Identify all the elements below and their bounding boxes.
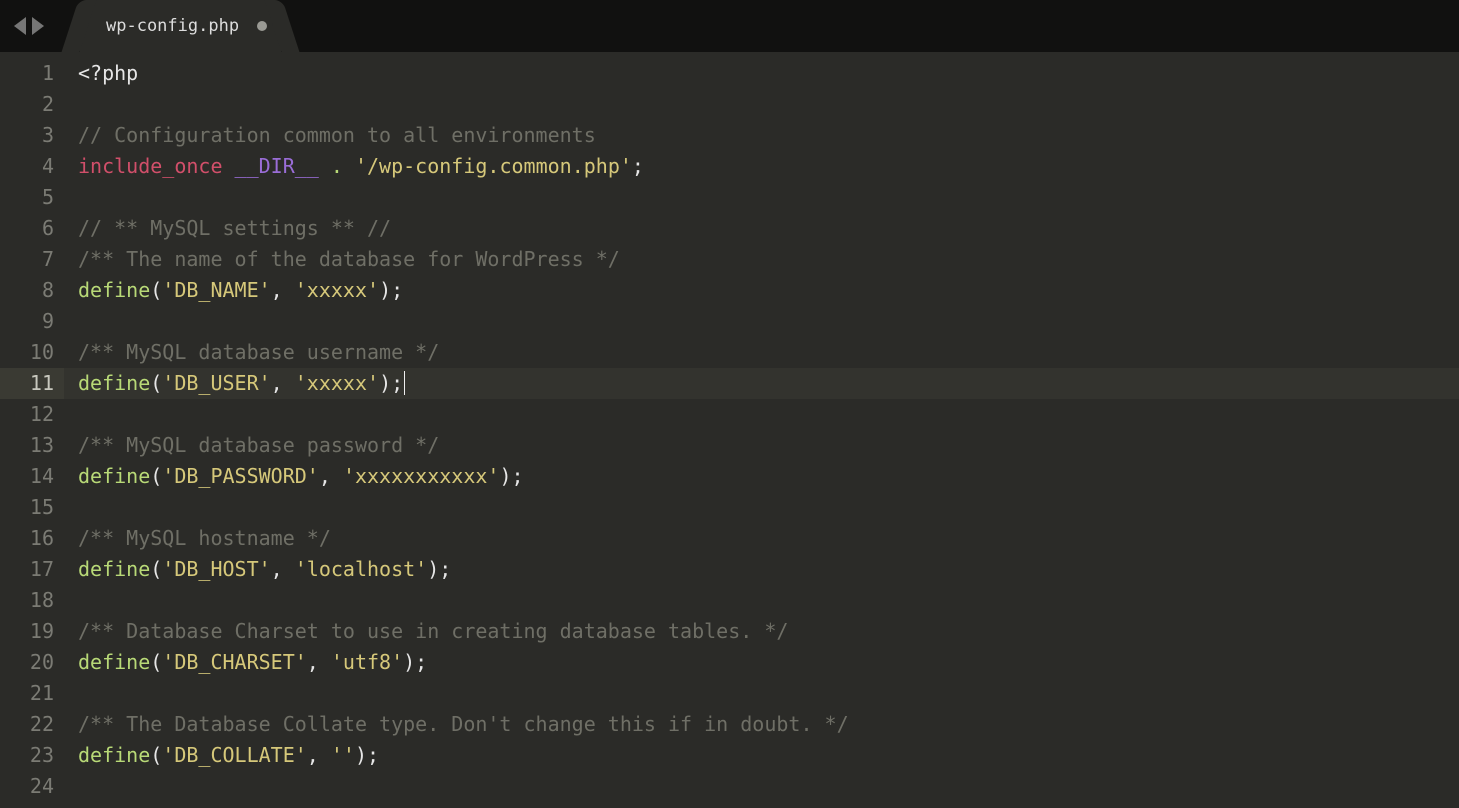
string: 'xxxxx' — [295, 278, 379, 302]
editor-window: wp-config.php 1 2 3 4 5 6 7 8 9 10 11 12… — [0, 0, 1459, 808]
line-number: 11 — [0, 368, 64, 399]
code-line: /** Database Charset to use in creating … — [78, 616, 1459, 647]
comment: /** MySQL database username */ — [78, 340, 439, 364]
code-line: define('DB_PASSWORD', 'xxxxxxxxxxx'); — [78, 461, 1459, 492]
line-number: 2 — [0, 89, 54, 120]
line-number: 6 — [0, 213, 54, 244]
php-open-tag: <?php — [78, 61, 138, 85]
keyword-define: define — [78, 371, 150, 395]
semicolon: ; — [632, 154, 644, 178]
keyword-define: define — [78, 278, 150, 302]
nav-forward-icon[interactable] — [32, 17, 44, 35]
concat-op: . — [319, 154, 355, 178]
comment: /** The Database Collate type. Don't cha… — [78, 712, 849, 736]
magic-dir: __DIR__ — [235, 154, 319, 178]
string: '' — [331, 743, 355, 767]
line-number: 7 — [0, 244, 54, 275]
code-line: // Configuration common to all environme… — [78, 120, 1459, 151]
string: 'xxxxxxxxxxx' — [343, 464, 500, 488]
comment: /** MySQL hostname */ — [78, 526, 331, 550]
string: 'DB_PASSWORD' — [162, 464, 319, 488]
code-line: /** MySQL database username */ — [78, 337, 1459, 368]
string: '/wp-config.common.php' — [355, 154, 632, 178]
keyword-define: define — [78, 557, 150, 581]
line-number: 15 — [0, 492, 54, 523]
comment: // ** MySQL settings ** // — [78, 216, 391, 240]
code-line — [78, 399, 1459, 430]
code-line: define('DB_CHARSET', 'utf8'); — [78, 647, 1459, 678]
tab-label: wp-config.php — [106, 16, 239, 36]
nav-arrows — [0, 0, 60, 52]
line-number: 21 — [0, 678, 54, 709]
code-line: define('DB_USER', 'xxxxx'); — [64, 368, 1459, 399]
code-line — [78, 182, 1459, 213]
line-number: 16 — [0, 523, 54, 554]
code-line: /** MySQL hostname */ — [78, 523, 1459, 554]
line-number: 5 — [0, 182, 54, 213]
tab-wp-config[interactable]: wp-config.php — [80, 0, 281, 52]
string: 'DB_NAME' — [162, 278, 270, 302]
comment: /** The name of the database for WordPre… — [78, 247, 620, 271]
nav-back-icon[interactable] — [14, 17, 26, 35]
comment: // Configuration common to all environme… — [78, 123, 596, 147]
code-line: define('DB_COLLATE', ''); — [78, 740, 1459, 771]
editor-area: 1 2 3 4 5 6 7 8 9 10 11 12 13 14 15 16 1… — [0, 52, 1459, 808]
code-line: define('DB_NAME', 'xxxxx'); — [78, 275, 1459, 306]
line-number: 4 — [0, 151, 54, 182]
line-number: 14 — [0, 461, 54, 492]
dirty-indicator-icon — [257, 21, 267, 31]
keyword-define: define — [78, 464, 150, 488]
keyword-include: include_once — [78, 154, 223, 178]
line-number: 17 — [0, 554, 54, 585]
line-number-gutter: 1 2 3 4 5 6 7 8 9 10 11 12 13 14 15 16 1… — [0, 52, 64, 808]
comment: /** MySQL database password */ — [78, 433, 439, 457]
code-area[interactable]: <?php // Configuration common to all env… — [64, 52, 1459, 808]
line-number: 13 — [0, 430, 54, 461]
code-line: /** The Database Collate type. Don't cha… — [78, 709, 1459, 740]
line-number: 12 — [0, 399, 54, 430]
string: 'DB_CHARSET' — [162, 650, 307, 674]
string: 'DB_HOST' — [162, 557, 270, 581]
comment: /** Database Charset to use in creating … — [78, 619, 788, 643]
code-line — [78, 678, 1459, 709]
line-number: 18 — [0, 585, 54, 616]
text-cursor-icon — [404, 371, 405, 395]
code-line — [78, 492, 1459, 523]
tab-bar: wp-config.php — [0, 0, 1459, 52]
string: 'DB_COLLATE' — [162, 743, 307, 767]
code-line — [78, 771, 1459, 802]
code-line: include_once __DIR__ . '/wp-config.commo… — [78, 151, 1459, 182]
string: 'utf8' — [331, 650, 403, 674]
code-line: <?php — [78, 58, 1459, 89]
code-line: // ** MySQL settings ** // — [78, 213, 1459, 244]
line-number: 23 — [0, 740, 54, 771]
line-number: 24 — [0, 771, 54, 802]
string: 'localhost' — [295, 557, 427, 581]
line-number: 1 — [0, 58, 54, 89]
line-number: 19 — [0, 616, 54, 647]
line-number: 3 — [0, 120, 54, 151]
line-number: 10 — [0, 337, 54, 368]
line-number: 20 — [0, 647, 54, 678]
keyword-define: define — [78, 650, 150, 674]
string: 'xxxxx' — [295, 371, 379, 395]
line-number: 22 — [0, 709, 54, 740]
code-line — [78, 585, 1459, 616]
line-number: 8 — [0, 275, 54, 306]
code-line: define('DB_HOST', 'localhost'); — [78, 554, 1459, 585]
code-line: /** The name of the database for WordPre… — [78, 244, 1459, 275]
code-line — [78, 306, 1459, 337]
keyword-define: define — [78, 743, 150, 767]
line-number: 9 — [0, 306, 54, 337]
code-line: /** MySQL database password */ — [78, 430, 1459, 461]
code-line — [78, 89, 1459, 120]
string: 'DB_USER' — [162, 371, 270, 395]
